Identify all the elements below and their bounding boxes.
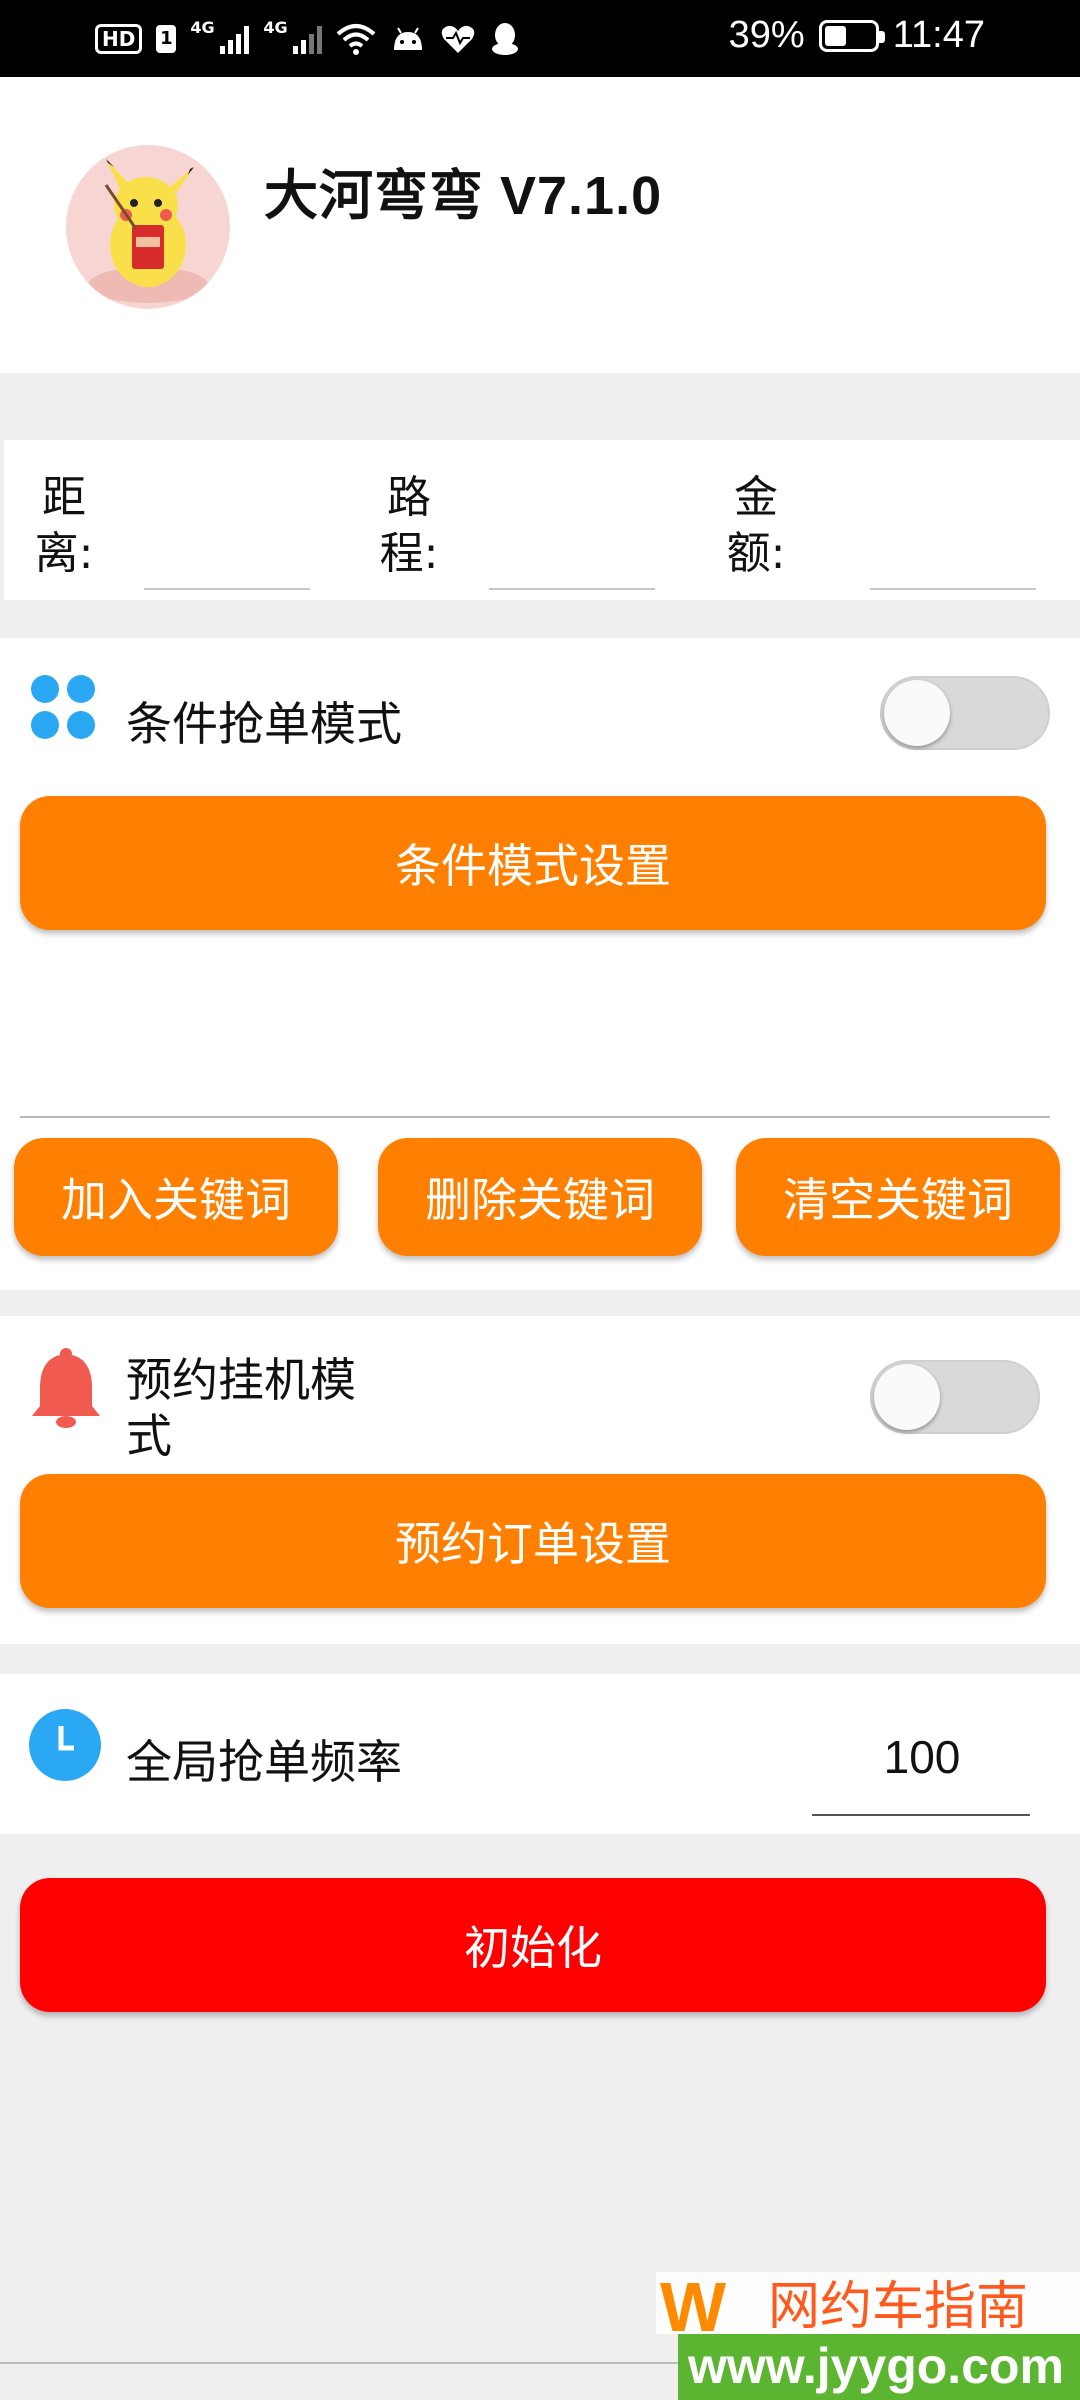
network-type-label: 4G bbox=[190, 18, 215, 37]
reserve-settings-button[interactable]: 预约订单设置 bbox=[20, 1474, 1046, 1608]
frequency-underline bbox=[812, 1814, 1030, 1816]
reserve-mode-label-line1: 预约挂机模 bbox=[126, 1353, 356, 1407]
init-button[interactable]: 初始化 bbox=[20, 1878, 1046, 2012]
route-label: 路程: bbox=[379, 472, 439, 579]
app-avatar bbox=[66, 145, 230, 309]
distance-stat: 距离: bbox=[4, 470, 334, 590]
route-stat: 路程: bbox=[349, 470, 679, 590]
add-keyword-button[interactable]: 加入关键词 bbox=[14, 1138, 338, 1256]
sim-icon: 1 bbox=[156, 25, 177, 53]
keyword-input-underline bbox=[20, 1116, 1050, 1118]
clock-icon bbox=[29, 1709, 101, 1781]
amount-stat: 金额: bbox=[696, 470, 1036, 590]
health-heart-icon bbox=[442, 25, 475, 53]
watermark: W 网约车指南 www.jyygo.com bbox=[656, 2272, 1080, 2400]
battery-icon bbox=[818, 19, 885, 52]
frequency-label: 全局抢单频率 bbox=[126, 1735, 402, 1789]
amount-label: 金额: bbox=[726, 472, 786, 579]
reserve-mode-card: 预约挂机模 式 预约订单设置 bbox=[0, 1316, 1080, 1644]
bottom-divider bbox=[0, 2362, 690, 2364]
amount-underline bbox=[870, 588, 1036, 590]
android-icon bbox=[394, 27, 423, 50]
reserve-mode-label-line2: 式 bbox=[126, 1409, 172, 1463]
status-icons-left: HD 1 4G 4G bbox=[95, 18, 520, 60]
grid-dots-icon bbox=[31, 675, 95, 739]
network-type-label-2: 4G bbox=[263, 18, 288, 37]
distance-underline bbox=[144, 588, 310, 590]
signal-icon-2: 4G bbox=[263, 18, 323, 54]
clear-keyword-button[interactable]: 清空关键词 bbox=[736, 1138, 1060, 1256]
condition-settings-button[interactable]: 条件模式设置 bbox=[20, 796, 1046, 930]
app-header: 大河弯弯 V7.1.0 bbox=[0, 77, 1080, 373]
condition-mode-toggle[interactable] bbox=[880, 676, 1050, 750]
signal-icon: 4G bbox=[190, 18, 250, 54]
battery-percent: 39% bbox=[728, 14, 805, 56]
stats-row: 距离: 路程: 金额: bbox=[4, 440, 1080, 600]
distance-label: 距离: bbox=[34, 472, 94, 579]
pikachu-avatar-icon bbox=[88, 159, 208, 303]
status-bar: HD 1 4G 4G 39% 11:47 bbox=[0, 0, 1080, 77]
watermark-logo: W bbox=[660, 2268, 727, 2346]
frequency-input[interactable]: 100 bbox=[812, 1730, 1032, 1784]
status-icons-right: 39% 11:47 bbox=[729, 14, 985, 57]
wifi-icon bbox=[337, 24, 376, 55]
watermark-name: 网约车指南 bbox=[768, 2277, 1029, 2337]
reserve-mode-toggle[interactable] bbox=[870, 1360, 1040, 1434]
condition-mode-label: 条件抢单模式 bbox=[126, 697, 402, 751]
keyword-input[interactable] bbox=[20, 968, 1050, 1114]
clock: 11:47 bbox=[892, 14, 985, 56]
delete-keyword-button[interactable]: 删除关键词 bbox=[378, 1138, 702, 1256]
bell-icon bbox=[32, 1348, 100, 1428]
condition-mode-card: 条件抢单模式 条件模式设置 加入关键词 删除关键词 清空关键词 bbox=[0, 638, 1080, 1290]
frequency-card: 全局抢单频率 100 bbox=[0, 1674, 1080, 1834]
app-title: 大河弯弯 V7.1.0 bbox=[264, 166, 663, 226]
route-underline bbox=[489, 588, 655, 590]
reserve-mode-label: 预约挂机模 式 bbox=[126, 1352, 386, 1464]
qq-icon bbox=[492, 23, 519, 55]
hd-icon: HD bbox=[95, 24, 143, 54]
watermark-url: www.jyygo.com bbox=[688, 2338, 1065, 2394]
